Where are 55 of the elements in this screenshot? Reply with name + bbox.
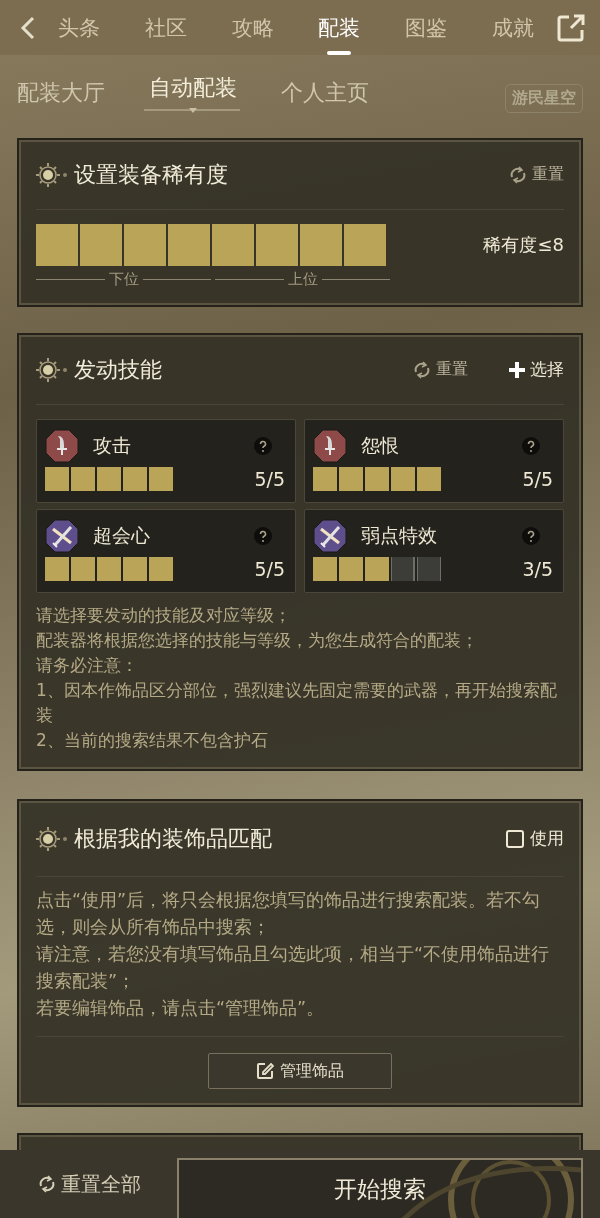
scale-label: 下位: [108, 270, 139, 289]
skill-name: 弱点特效: [361, 523, 438, 548]
sub-tab[interactable]: 自动配装: [143, 73, 243, 123]
reset-button[interactable]: 重置: [412, 359, 468, 380]
skill-icon: [313, 519, 347, 553]
level-reading: 5/5: [522, 468, 553, 490]
help-icon[interactable]: [522, 437, 541, 455]
hint-text: 点击“使用”后，将只会根据您填写的饰品进行搜索配装。若不勾选，则会从所有饰品中搜索；: [36, 889, 542, 939]
edit-icon: [256, 1062, 274, 1080]
checkbox[interactable]: [506, 829, 524, 848]
skill-card[interactable]: 怨恨 5/5: [304, 419, 564, 503]
rarity-reading: 稀有度≤8: [483, 233, 564, 257]
skill-card[interactable]: 攻击 5/5: [36, 419, 296, 503]
skill-icon: [45, 429, 79, 463]
section-title: 根据我的装饰品匹配: [74, 824, 273, 853]
sun-icon: [36, 825, 70, 852]
hint-text: 1、因本作饰品区分部位，强烈建议先固定需要的武器，再开始搜索配装: [36, 679, 558, 727]
hint-text: 请选择要发动的技能及对应等级；: [36, 604, 292, 627]
level-reading: 5/5: [254, 468, 285, 490]
section-title: 设置装备稀有度: [74, 160, 229, 189]
skill-icon: [45, 519, 79, 553]
skill-card[interactable]: 超会心 5/5: [36, 509, 296, 593]
hint-text: 请注意，若您没有填写饰品且勾选此项，相当于“不使用饰品进行搜索配装”；: [36, 943, 551, 993]
hint-text: 请务必注意：: [36, 654, 139, 677]
level-track[interactable]: [313, 557, 441, 581]
level-reading: 5/5: [254, 558, 285, 580]
refresh-icon: [508, 164, 528, 185]
manage-button[interactable]: 管理饰品: [208, 1053, 392, 1089]
search-button[interactable]: 开始搜索: [177, 1158, 583, 1218]
skill-name: 怨恨: [361, 433, 400, 458]
skill-name: 超会心: [93, 523, 151, 548]
skill-card[interactable]: 弱点特效 3/5: [304, 509, 564, 593]
plus-icon: [508, 360, 526, 379]
help-icon[interactable]: [254, 527, 273, 545]
skill-name: 攻击: [93, 433, 132, 458]
sun-icon: [36, 161, 70, 188]
back-icon[interactable]: [20, 15, 36, 40]
use-checkbox[interactable]: 使用: [506, 827, 564, 850]
hint-text: 配装器将根据您选择的技能与等级，为您生成符合的配装；: [36, 629, 479, 652]
brand-logo: 游民星空: [505, 83, 583, 113]
level-reading: 3/5: [522, 558, 553, 580]
sun-icon: [36, 356, 70, 383]
hint-text: 2、当前的搜索结果不包含护石: [36, 729, 269, 752]
share-icon[interactable]: [556, 12, 587, 43]
skill-icon: [313, 429, 347, 463]
scale-label: 上位: [287, 270, 318, 289]
reset-all-button[interactable]: 重置全部: [0, 1150, 177, 1218]
help-icon[interactable]: [254, 437, 273, 455]
refresh-icon: [412, 359, 432, 380]
select-button[interactable]: 选择: [508, 358, 564, 381]
hint-text: 若要编辑饰品，请点击“管理饰品”。: [36, 997, 326, 1020]
help-icon[interactable]: [522, 527, 541, 545]
section-title: 发动技能: [74, 355, 163, 384]
nav-tab[interactable]: 配装: [296, 0, 383, 55]
reset-button[interactable]: 重置: [508, 164, 564, 185]
